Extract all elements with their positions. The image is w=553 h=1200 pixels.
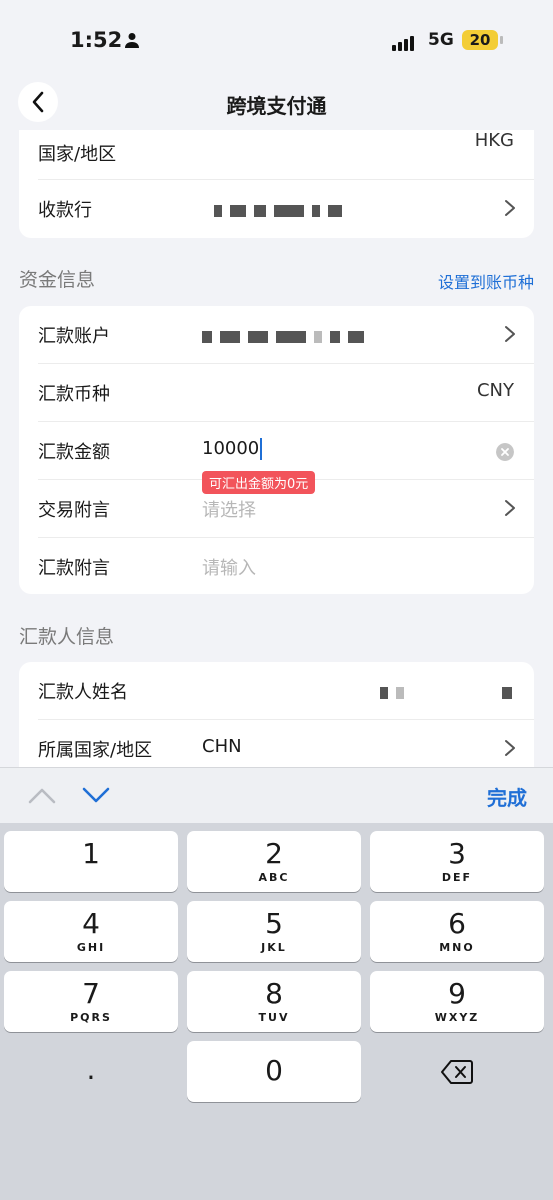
- funds-card: 汇款账户 汇款币种 CNY 汇款金额 10000 可汇出金额为0元 交易附言 请…: [19, 306, 534, 594]
- currency-label: 汇款币种: [38, 384, 110, 405]
- remitter-country-row[interactable]: 所属国家/地区 CHN: [38, 720, 534, 767]
- amount-error-tooltip: 可汇出金额为0元: [202, 471, 316, 494]
- nav-bar: 跨境支付通: [0, 80, 553, 130]
- person-icon: [125, 33, 139, 48]
- account-row[interactable]: 汇款账户: [38, 306, 534, 364]
- delete-key[interactable]: [370, 1041, 544, 1102]
- chevron-right-icon: [505, 326, 515, 342]
- payee-bank-masked-value: [214, 202, 350, 217]
- amount-row[interactable]: 汇款金额 10000 可汇出金额为0元: [38, 422, 534, 494]
- chevron-right-icon: [505, 200, 515, 216]
- payee-bank-row[interactable]: 收款行: [38, 180, 534, 237]
- key-decimal[interactable]: .: [4, 1041, 178, 1102]
- key-7[interactable]: 7 PQRS: [4, 971, 178, 1032]
- account-label: 汇款账户: [38, 326, 110, 347]
- key-5[interactable]: 5 JKL: [187, 901, 361, 962]
- status-bar: 1:52 5G 20: [0, 0, 553, 80]
- memo-placeholder: 请选择: [202, 500, 256, 521]
- key-0[interactable]: 0: [187, 1041, 361, 1102]
- page-title: 跨境支付通: [226, 94, 327, 118]
- key-6[interactable]: 6 MNO: [370, 901, 544, 962]
- backspace-icon: [441, 1060, 473, 1084]
- set-currency-link[interactable]: 设置到账币种: [438, 269, 534, 293]
- remitter-name-label: 汇款人姓名: [38, 682, 128, 703]
- payee-card: 国家/地区 HKG 收款行: [19, 130, 534, 238]
- remitter-card: 汇款人姓名 所属国家/地区 CHN: [19, 662, 534, 767]
- payee-country-label: 国家/地区: [38, 144, 117, 165]
- amount-value: 10000: [202, 438, 260, 459]
- remark-input[interactable]: 请输入: [202, 554, 256, 580]
- battery-icon: 20: [462, 30, 503, 50]
- remark-row[interactable]: 汇款附言 请输入: [38, 538, 534, 594]
- remitter-country-label: 所属国家/地区: [38, 740, 153, 761]
- key-4[interactable]: 4 GHI: [4, 901, 178, 962]
- chevron-right-icon: [505, 740, 515, 756]
- remark-label: 汇款附言: [38, 558, 110, 579]
- numeric-keyboard: 1 2 ABC 3 DEF 4 GHI 5 JKL 6 MNO 7 PQRS 8 TUV 9W…: [0, 823, 553, 1200]
- memo-label: 交易附言: [38, 500, 110, 521]
- remitter-section-title: 汇款人信息: [19, 626, 115, 648]
- chevron-down-icon[interactable]: [82, 786, 110, 804]
- key-1[interactable]: 1: [4, 831, 178, 892]
- status-time: 1:52: [70, 28, 123, 52]
- done-button[interactable]: 完成: [487, 782, 527, 811]
- chevron-up-icon[interactable]: [28, 786, 56, 804]
- payee-bank-label: 收款行: [38, 200, 92, 221]
- currency-row: 汇款币种 CNY: [38, 364, 534, 422]
- signal-icon: [392, 32, 416, 51]
- amount-input[interactable]: 10000: [202, 438, 263, 460]
- keyboard-accessory-bar: 完成: [0, 767, 553, 824]
- currency-value: CNY: [476, 380, 514, 401]
- remitter-country-value: CHN: [202, 736, 242, 757]
- funds-section-title: 资金信息: [19, 269, 96, 291]
- clear-icon[interactable]: [496, 443, 514, 461]
- remitter-name-row: 汇款人姓名: [38, 662, 534, 720]
- key-8[interactable]: 8 TUV: [187, 971, 361, 1032]
- amount-label: 汇款金额: [38, 442, 110, 463]
- text-caret: [260, 438, 263, 460]
- network-type: 5G: [428, 30, 454, 50]
- remitter-name-masked-value: [380, 684, 520, 699]
- key-2[interactable]: 2 ABC: [187, 831, 361, 892]
- key-9[interactable]: 9 WXYZ: [370, 971, 544, 1032]
- payee-country-row: 国家/地区 HKG: [38, 130, 534, 180]
- key-3[interactable]: 3 DEF: [370, 831, 544, 892]
- account-masked-value: [202, 328, 372, 343]
- payee-country-value: HKG: [474, 130, 514, 151]
- chevron-right-icon: [505, 500, 515, 516]
